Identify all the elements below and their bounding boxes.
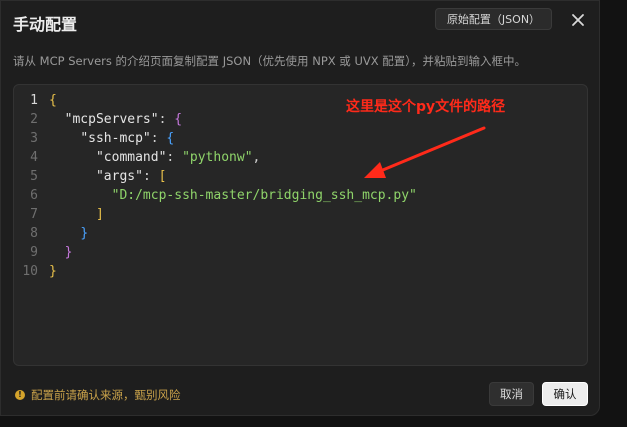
code-token: :	[166, 150, 183, 165]
code-line: 9 }	[14, 243, 417, 262]
line-number: 6	[30, 188, 38, 203]
code-line: 3 "ssh-mcp": {	[14, 129, 417, 148]
code-token: "D:/mcp-ssh-master/bridging_ssh_mcp.py"	[111, 188, 417, 203]
code-area[interactable]: 1{2 "mcpServers": {3 "ssh-mcp": {4 "comm…	[14, 91, 417, 281]
code-token: ]	[95, 207, 104, 222]
code-token: }	[49, 264, 57, 279]
code-token: {	[49, 93, 57, 108]
cancel-button[interactable]: 取消	[489, 382, 534, 406]
close-icon	[572, 14, 584, 26]
code-token: "ssh-mcp"	[80, 131, 151, 146]
code-token: :	[142, 169, 159, 184]
risk-note: ! 配置前请确认来源，甄别风险	[15, 387, 181, 403]
dialog-title: 手动配置	[13, 15, 78, 34]
code-token: {	[166, 131, 175, 146]
code-token: [	[158, 169, 167, 184]
code-token: }	[80, 226, 89, 241]
code-token: :	[150, 131, 167, 146]
line-number: 10	[22, 264, 38, 279]
json-editor[interactable]: 1{2 "mcpServers": {3 "ssh-mcp": {4 "comm…	[13, 84, 588, 366]
code-line: 10}	[14, 262, 417, 281]
line-number: 2	[30, 112, 38, 127]
risk-note-text: 配置前请确认来源，甄别风险	[31, 388, 181, 402]
confirm-button[interactable]: 确认	[542, 382, 588, 406]
dialog-subtitle: 请从 MCP Servers 的介绍页面复制配置 JSON（优先使用 NPX 或…	[13, 54, 527, 68]
code-token: }	[64, 245, 73, 260]
close-button[interactable]	[568, 10, 588, 30]
code-token: "command"	[95, 150, 167, 165]
line-number: 1	[30, 93, 38, 108]
line-number: 9	[30, 245, 38, 260]
code-token: "mcpServers"	[64, 112, 159, 127]
code-token: :	[158, 112, 175, 127]
line-number: 4	[30, 150, 38, 165]
raw-config-button[interactable]: 原始配置（JSON）	[435, 8, 552, 30]
code-line: 4 "command": "pythonw",	[14, 148, 417, 167]
line-number: 3	[30, 131, 38, 146]
manual-config-dialog: 手动配置 原始配置（JSON） 请从 MCP Servers 的介绍页面复制配置…	[0, 0, 600, 416]
code-line: 7 ]	[14, 205, 417, 224]
code-token: "args"	[95, 169, 143, 184]
code-line: 8 }	[14, 224, 417, 243]
code-line: 6 "D:/mcp-ssh-master/bridging_ssh_mcp.py…	[14, 186, 417, 205]
warning-icon: !	[15, 390, 25, 400]
line-number: 8	[30, 226, 38, 241]
line-number: 7	[30, 207, 38, 222]
line-number: 5	[30, 169, 38, 184]
code-token: ,	[252, 150, 261, 165]
path-annotation: 这里是这个py文件的路径	[346, 99, 506, 115]
code-token: {	[174, 112, 183, 127]
code-token: "pythonw"	[182, 150, 253, 165]
code-line: 5 "args": [	[14, 167, 417, 186]
